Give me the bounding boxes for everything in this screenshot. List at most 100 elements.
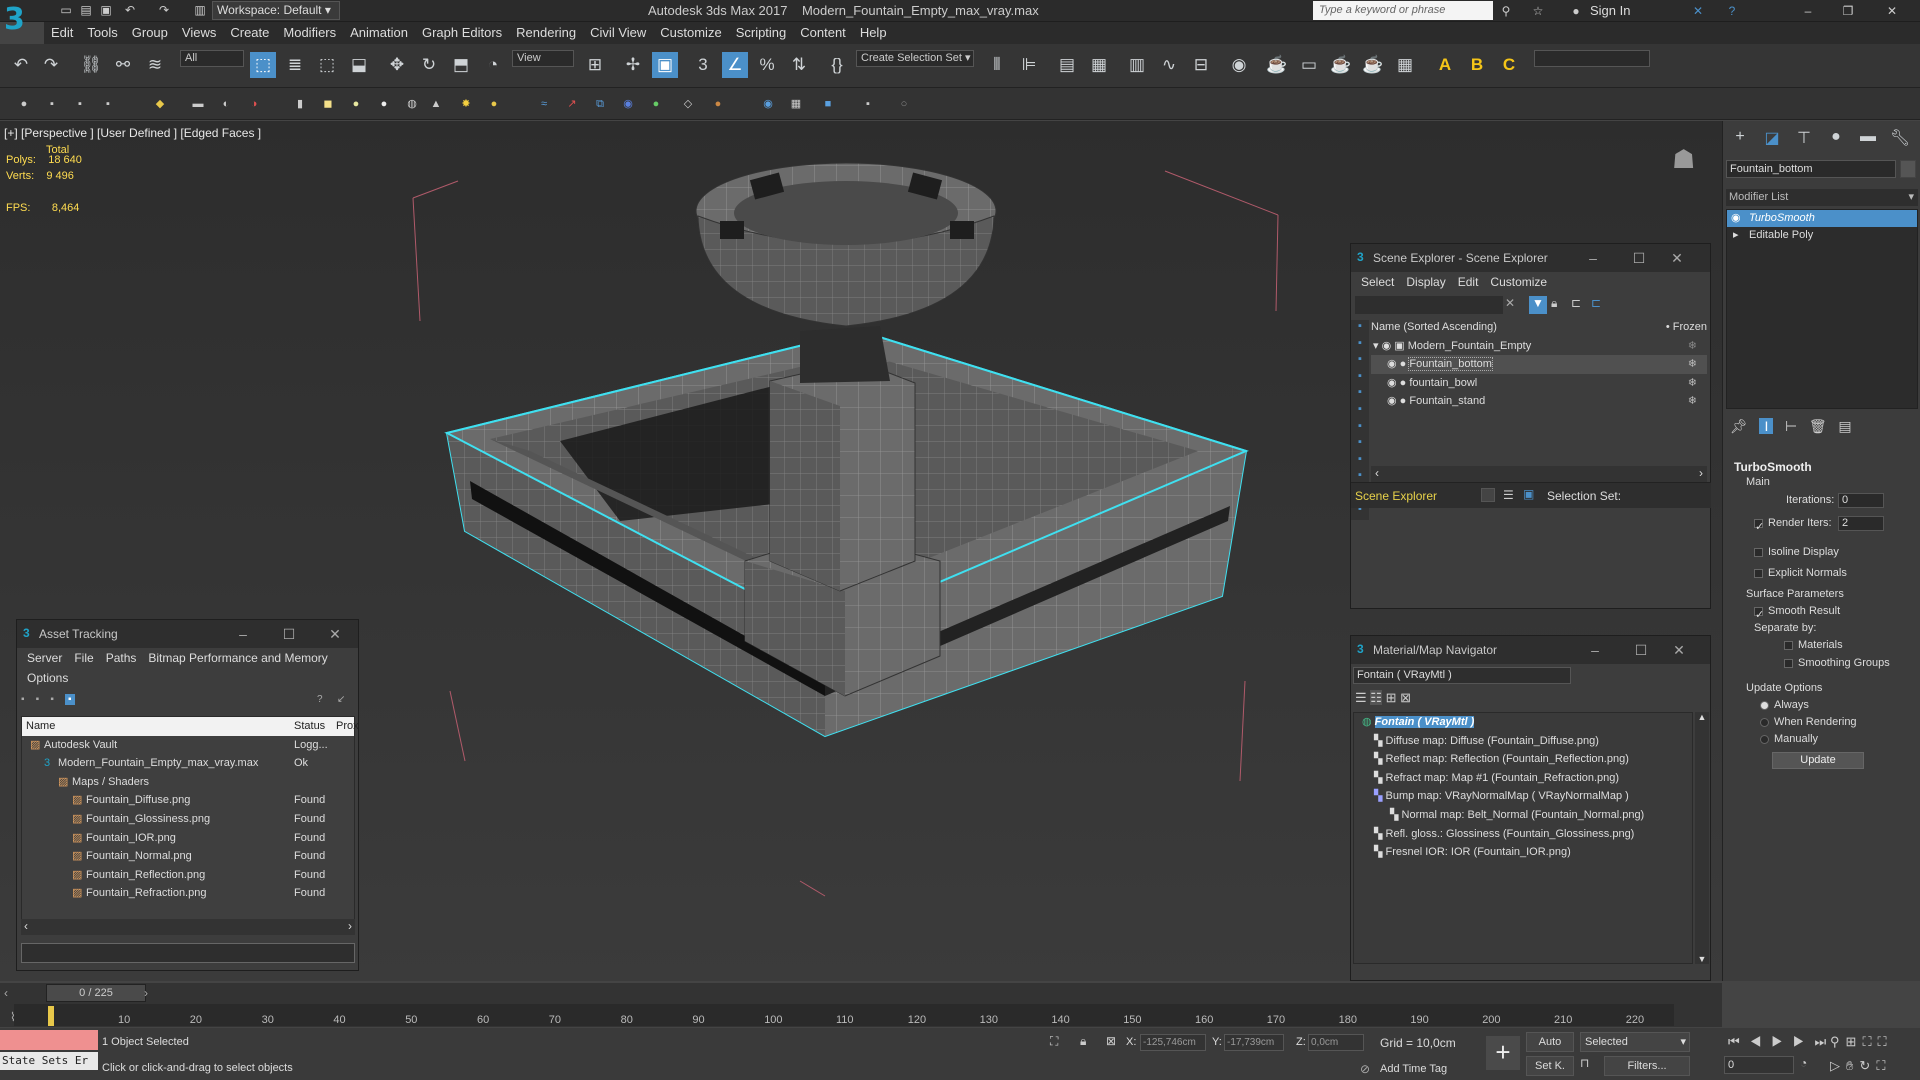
unlink-icon[interactable]: ⚯ — [110, 52, 136, 78]
filter-type-icon[interactable]: ▪ — [1351, 337, 1369, 354]
window-crossing-icon[interactable]: ⬓ — [346, 52, 372, 78]
ribbon-tool-icon[interactable]: ◐ — [218, 96, 234, 112]
col-status[interactable]: Status — [294, 717, 325, 735]
at-menu-paths[interactable]: Paths — [100, 651, 143, 665]
object-name-field[interactable]: Fountain_bottom — [1726, 160, 1896, 178]
selection-lock-icon[interactable]: 🔒︎ — [1080, 1034, 1086, 1049]
keyboard-shortcut-override-icon[interactable]: ▣ — [652, 52, 678, 78]
tree-item[interactable]: ◉ ● Fountain_stand ❄ — [1371, 392, 1707, 411]
view-icon-2[interactable]: ▪ — [36, 694, 40, 705]
smoothing-groups-row[interactable]: Smoothing Groups — [1784, 657, 1890, 669]
next-key-icon[interactable]: ▶ — [1793, 1034, 1815, 1049]
material-map-item[interactable]: ▚ Fresnel IOR: IOR (Fountain_IOR.png) — [1354, 843, 1692, 862]
time-tag-icon[interactable]: ⊘ — [1360, 1062, 1370, 1076]
snaps-toggle-icon[interactable]: 3 — [690, 52, 716, 78]
tree-root[interactable]: ▾ ◉ ▣ Modern_Fountain_Empty ❄ — [1371, 337, 1707, 356]
freeze-icon[interactable]: ❄ — [1688, 392, 1697, 410]
percent-snap-icon[interactable]: % — [754, 52, 780, 78]
app-logo-icon[interactable]: 3 — [4, 2, 38, 44]
maximize-icon[interactable]: ☐ — [1631, 250, 1647, 266]
close-icon[interactable]: ✕ — [1884, 3, 1900, 19]
scene-hscrollbar[interactable]: ‹ › — [1371, 466, 1707, 482]
layer-icon[interactable]: ⊏ — [1591, 296, 1601, 310]
vray-c-icon[interactable]: C — [1496, 52, 1522, 78]
material-map-item[interactable]: ▚ Bump map: VRayNormalMap ( VRayNormalMa… — [1354, 787, 1692, 806]
layers-icon[interactable]: ☰ — [1503, 488, 1514, 502]
stack-item-turbosmooth[interactable]: ◉ TurboSmooth — [1727, 210, 1917, 227]
manually-radio[interactable] — [1760, 734, 1769, 744]
exchange-icon[interactable]: ✕ — [1690, 3, 1706, 19]
isolate-selection-icon[interactable]: ⛶ — [1050, 1034, 1058, 1049]
list-icons-view-icon[interactable]: ☷ — [1370, 690, 1382, 705]
smooth-result-checkbox[interactable]: ✓ — [1754, 606, 1764, 621]
material-map-item[interactable]: ▚ Reflect map: Reflection (Fountain_Refl… — [1354, 750, 1692, 769]
ribbon-tool-icon[interactable]: ▪ — [44, 96, 60, 112]
save-file-icon[interactable]: ▣ — [98, 2, 114, 18]
materials-checkbox[interactable] — [1784, 640, 1793, 650]
clear-search-icon[interactable]: ✕ — [1505, 296, 1519, 310]
asset-row[interactable]: ▨ Fountain_Refraction.png Found — [22, 884, 354, 903]
menu-item-views[interactable]: Views — [175, 22, 223, 43]
maximize-viewport-icon[interactable]: ⛶ — [1876, 1058, 1891, 1073]
open-file-icon[interactable]: ▤ — [78, 2, 94, 18]
filter-type-icon[interactable]: ▪ — [1351, 436, 1369, 453]
asset-hscrollbar[interactable]: ‹ › — [21, 919, 355, 935]
material-name-field[interactable]: Fontain ( VRayMtl ) — [1353, 667, 1571, 684]
asset-row[interactable]: ▨ Fountain_Glossiness.png Found — [22, 810, 354, 829]
ribbon-tool-icon[interactable]: ✸ — [458, 96, 474, 112]
minimize-icon[interactable]: – — [1800, 3, 1816, 19]
render-setup-icon[interactable]: ☕ — [1264, 52, 1290, 78]
show-end-result-icon[interactable]: I — [1759, 418, 1774, 434]
utilities-tab-icon[interactable]: 🔧︎ — [1888, 128, 1912, 150]
maxscript-mini-listener[interactable] — [0, 1030, 98, 1050]
at-menu-file[interactable]: File — [68, 651, 99, 665]
minimize-icon[interactable]: – — [1587, 642, 1603, 658]
selection-set-icon[interactable]: ▣ — [1523, 487, 1534, 501]
menu-item-help[interactable]: Help — [853, 22, 894, 43]
motion-tab-icon[interactable]: ● — [1824, 128, 1848, 150]
fov-icon[interactable]: ▷ — [1830, 1058, 1846, 1073]
rect-selection-icon[interactable]: ⬚ — [314, 52, 340, 78]
curve-editor-icon[interactable]: ∿ — [1156, 52, 1182, 78]
col-name[interactable]: Name — [26, 717, 55, 735]
freeze-icon[interactable]: ❄ — [1688, 355, 1697, 373]
at-menu-server[interactable]: Server — [21, 651, 68, 665]
set-key-icon[interactable]: + — [1486, 1036, 1520, 1070]
ribbon-tool-icon[interactable]: ■ — [820, 96, 836, 112]
view-icon-3[interactable]: ▪ — [50, 694, 54, 705]
ribbon-tool-icon[interactable]: ◉ — [760, 96, 776, 112]
explicit-normals-row[interactable]: Explicit Normals — [1754, 567, 1847, 579]
menu-item-content[interactable]: Content — [793, 22, 853, 43]
select-by-name-icon[interactable]: ≣ — [282, 52, 308, 78]
ribbon-tool-icon[interactable]: ◑ — [246, 96, 262, 112]
scale-icon[interactable]: ⬒ — [448, 52, 474, 78]
eye-icon[interactable]: ◉ — [1731, 210, 1741, 227]
col-proxy[interactable]: Prox — [336, 717, 359, 735]
filter-type-icon[interactable]: ▪ — [1351, 403, 1369, 420]
when-rendering-radio[interactable] — [1760, 717, 1769, 727]
selection-filter-dropdown[interactable]: All — [180, 50, 244, 67]
make-unique-icon[interactable]: ⊢ — [1785, 418, 1797, 434]
eye-icon[interactable]: ◉ — [1382, 340, 1392, 352]
always-radio[interactable] — [1760, 700, 1769, 710]
edit-named-selection-icon[interactable]: {} — [824, 52, 850, 78]
ribbon-tool-icon[interactable]: ▲ — [428, 96, 444, 112]
view-icon-1[interactable]: ▪ — [21, 694, 25, 705]
ribbon-tool-icon[interactable]: ● — [376, 96, 392, 112]
viewport-label[interactable]: [+] [Perspective ] [User Defined ] [Edge… — [4, 126, 261, 140]
modifier-list-dropdown[interactable]: Modifier List ▾ — [1726, 189, 1918, 206]
asset-row[interactable]: ▨ Maps / Shaders — [22, 773, 354, 792]
iterations-spinner[interactable]: 0 — [1838, 493, 1884, 508]
isoline-row[interactable]: Isoline Display — [1754, 546, 1839, 558]
filter-type-icon[interactable]: ▪ — [1351, 370, 1369, 387]
asset-pin-icon[interactable]: ↙ — [337, 694, 345, 705]
maxscript-listener[interactable]: State Sets Er — [0, 1052, 98, 1070]
materials-row[interactable]: Materials — [1784, 639, 1843, 651]
prev-frame-icon[interactable]: ‹ — [4, 986, 8, 1000]
ribbon-tool-icon[interactable]: ● — [348, 96, 364, 112]
eye-icon[interactable]: ◉ — [1387, 377, 1400, 389]
ribbon-tool-icon[interactable]: ▮ — [292, 96, 308, 112]
asset-status-field[interactable] — [21, 943, 355, 963]
menu-item-edit[interactable]: Edit — [44, 22, 80, 43]
select-manipulate-icon[interactable]: ✢ — [620, 52, 646, 78]
